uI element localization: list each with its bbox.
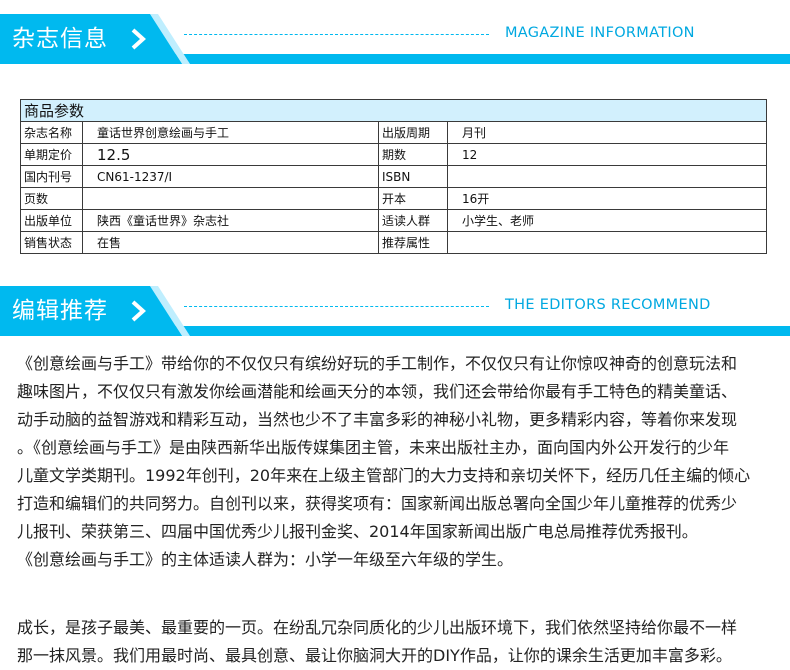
param-value: 童话世界创意绘画与手工 — [82, 121, 379, 144]
chevron-right-icon — [131, 28, 146, 50]
text-line: 《创意绘画与手工》带给你的不仅仅只有缤纷好玩的手工制作，不仅仅只有让你惊叹神奇的… — [17, 354, 738, 373]
param-label: 适读人群 — [378, 209, 448, 232]
section-english-title: THE EDITORS RECOMMEND — [505, 297, 711, 313]
table-row: 出版单位 陕西《童话世界》杂志社 适读人群 小学生、老师 — [20, 209, 768, 232]
product-params-table: 商品参数 杂志名称 童话世界创意绘画与手工 出版周期 月刊 单期定价 12.5 期数 12 国内… — [19, 99, 768, 254]
table-row: 页数 开本 16开 — [20, 187, 768, 210]
header-dashed-line — [184, 34, 489, 35]
param-value: CN61-1237/I — [82, 165, 379, 188]
table-caption: 商品参数 — [19, 99, 768, 122]
param-label: 开本 — [378, 187, 448, 210]
chevron-right-icon — [131, 300, 146, 322]
recommend-paragraph-1: 《创意绘画与手工》带给你的不仅仅只有缤纷好玩的手工制作，不仅仅只有让你惊叹神奇的… — [17, 350, 777, 574]
magazine-info-header: 杂志信息 MAGAZINE INFORMATION — [0, 14, 790, 64]
text-line: 儿童文学类期刊。1992年创刊，20年来在上级主管部门的大力支持和亲切关怀下，经… — [17, 466, 751, 485]
editors-recommend-header: 编辑推荐 THE EDITORS RECOMMEND — [0, 286, 790, 336]
param-value: 小学生、老师 — [446, 209, 768, 232]
param-label: ISBN — [378, 165, 448, 188]
param-label: 出版周期 — [378, 121, 448, 144]
table-caption-row: 商品参数 — [19, 99, 768, 122]
header-dashed-line — [184, 306, 489, 307]
param-label: 期数 — [378, 143, 448, 166]
text-line: 动手动脑的益智游戏和精彩互动，当然也少不了丰富多彩的神秘小礼物，更多精彩内容，等… — [17, 410, 738, 429]
param-label: 出版单位 — [20, 209, 83, 232]
param-value — [446, 231, 768, 254]
param-value — [446, 165, 768, 188]
param-label: 杂志名称 — [20, 121, 83, 144]
param-value: 12.5 — [82, 143, 379, 166]
param-value: 16开 — [446, 187, 768, 210]
param-value: 12 — [446, 143, 768, 166]
param-label: 推荐属性 — [378, 231, 448, 254]
text-line: 《创意绘画与手工》的主体适读人群为：小学一年级至六年级的学生。 — [17, 550, 514, 569]
param-label: 销售状态 — [20, 231, 83, 254]
text-line: 成长，是孩子最美、最重要的一页。在纷乱冗杂同质化的少儿出版环境下，我们依然坚持给… — [17, 618, 738, 637]
text-line: 。《创意绘画与手工》是由陕西新华出版传媒集团主管，未来出版社主办，面向国内外公开… — [17, 438, 730, 457]
table-row: 杂志名称 童话世界创意绘画与手工 出版周期 月刊 — [20, 121, 768, 144]
section-title: 编辑推荐 — [12, 298, 108, 324]
section-english-title: MAGAZINE INFORMATION — [505, 25, 695, 41]
param-label: 国内刊号 — [20, 165, 83, 188]
text-line: 打造和编辑们的共同努力。自创刊以来，获得奖项有：国家新闻出版总署向全国少年儿童推… — [17, 494, 738, 513]
param-label: 单期定价 — [20, 143, 83, 166]
table-row: 销售状态 在售 推荐属性 — [20, 231, 768, 254]
param-value: 在售 — [82, 231, 379, 254]
text-line: 趣味图片，不仅仅只有激发你绘画潜能和绘画天分的本领，我们还会带给你最有手工特色的… — [17, 382, 738, 401]
param-value: 月刊 — [446, 121, 768, 144]
recommend-paragraph-2: 成长，是孩子最美、最重要的一页。在纷乱冗杂同质化的少儿出版环境下，我们依然坚持给… — [17, 614, 777, 670]
param-label: 页数 — [20, 187, 83, 210]
text-line: 儿报刊、荣获第三、四届中国优秀少儿报刊金奖、2014年国家新闻出版广电总局推荐优… — [17, 522, 698, 541]
section-title: 杂志信息 — [12, 26, 108, 52]
text-line: 那一抹风景。我们用最时尚、最具创意、最让你脑洞大开的DIY作品，让你的课余生活更… — [17, 646, 732, 665]
param-value — [82, 187, 379, 210]
table-row: 单期定价 12.5 期数 12 — [20, 143, 768, 166]
param-value: 陕西《童话世界》杂志社 — [82, 209, 379, 232]
table-row: 国内刊号 CN61-1237/I ISBN — [20, 165, 768, 188]
